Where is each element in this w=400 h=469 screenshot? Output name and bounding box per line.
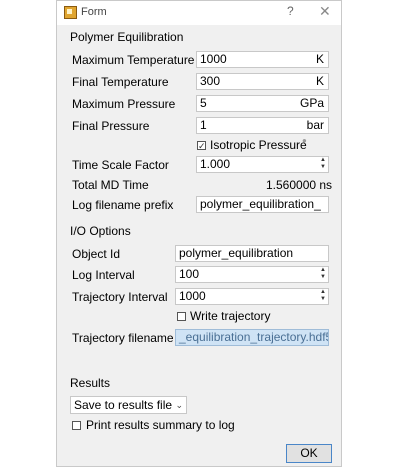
print-summary-checkbox[interactable] <box>72 421 81 430</box>
total-md-time-label: Total MD Time <box>72 178 149 192</box>
max-pressure-value: 5 <box>200 96 207 110</box>
object-id-label: Object Id <box>72 247 121 261</box>
object-id-field[interactable]: polymer_equilibration <box>175 245 329 262</box>
log-interval-spinbox[interactable]: 100 ▲ ▼ <box>175 266 329 283</box>
trajectory-filename-label: Trajectory filename <box>72 331 174 345</box>
total-md-time-value: 1.560000 ns <box>266 178 333 192</box>
log-filename-prefix-field[interactable]: polymer_equilibration_ <box>196 196 329 213</box>
chevron-down-icon: ⌄ <box>175 400 183 410</box>
close-icon[interactable]: ✕ <box>319 3 331 20</box>
section-results: Results <box>70 376 111 390</box>
trajectory-filename-value: _equilibration_trajectory.hdf5 <box>179 330 329 344</box>
isotropic-pressure-checkbox[interactable]: ✓ <box>197 141 206 151</box>
section-io-options: I/O Options <box>70 224 131 238</box>
spin-arrows-icon[interactable]: ▲ ▼ <box>318 157 328 172</box>
form-dialog: Form ? ✕ Polymer Equilibration Maximum T… <box>56 0 342 467</box>
ok-button[interactable]: OK <box>286 444 332 463</box>
final-temperature-label: Final Temperature <box>72 75 169 89</box>
spin-arrows-icon[interactable]: ▲ ▼ <box>318 289 328 304</box>
time-scale-factor-value: 1.000 <box>200 157 231 171</box>
write-trajectory-checkbox[interactable] <box>177 312 186 321</box>
title-bar: Form ? ✕ <box>57 1 341 25</box>
max-temperature-unit: K <box>315 52 324 66</box>
trajectory-interval-spinbox[interactable]: 1000 ▲ ▼ <box>175 288 329 305</box>
results-select-value: Save to results file <box>74 398 173 412</box>
max-temperature-label: Maximum Temperature <box>72 53 195 67</box>
section-polymer-equilibration: Polymer Equilibration <box>70 30 184 44</box>
time-scale-factor-spinbox[interactable]: 1.000 ▲ ▼ <box>196 156 329 173</box>
isotropic-pressure-label: Isotropic Pressure <box>210 138 307 152</box>
max-pressure-field[interactable]: 5 GPa <box>196 95 329 112</box>
max-pressure-label: Maximum Pressure <box>72 97 176 111</box>
final-pressure-value: 1 <box>200 118 207 132</box>
final-pressure-label: Final Pressure <box>72 119 150 133</box>
log-interval-value: 100 <box>179 267 200 281</box>
log-filename-prefix-value: polymer_equilibration_ <box>200 197 321 211</box>
trajectory-interval-value: 1000 <box>179 289 206 303</box>
final-temperature-unit: K <box>315 74 324 88</box>
max-pressure-unit: GPa <box>299 96 324 110</box>
app-icon <box>64 6 77 19</box>
final-temperature-value: 300 <box>200 74 221 88</box>
max-temperature-field[interactable]: 1000 K <box>196 51 329 68</box>
help-button[interactable]: ? <box>287 4 294 18</box>
trajectory-filename-field[interactable]: _equilibration_trajectory.hdf5 <box>175 329 329 346</box>
time-scale-factor-label: Time Scale Factor <box>72 158 169 172</box>
log-filename-prefix-label: Log filename prefix <box>72 198 174 212</box>
write-trajectory-label: Write trajectory <box>190 309 271 323</box>
log-interval-label: Log Interval <box>72 268 135 282</box>
spin-arrows-icon[interactable]: ▲ ▼ <box>318 267 328 282</box>
results-select[interactable]: Save to results file ⌄ <box>70 396 187 414</box>
print-summary-label: Print results summary to log <box>86 418 235 432</box>
max-temperature-value: 1000 <box>200 52 227 66</box>
info-icon: ● <box>302 136 307 145</box>
window-title: Form <box>81 6 107 18</box>
trajectory-interval-label: Trajectory Interval <box>72 290 168 304</box>
final-pressure-unit: bar <box>306 118 324 132</box>
final-temperature-field[interactable]: 300 K <box>196 73 329 90</box>
object-id-value: polymer_equilibration <box>179 246 294 260</box>
final-pressure-field[interactable]: 1 bar <box>196 117 329 134</box>
